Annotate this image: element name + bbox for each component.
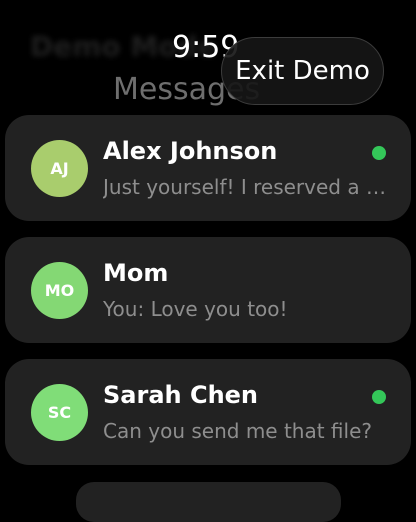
conversation-card[interactable]: MO Mom You: Love you too!	[5, 237, 411, 343]
exit-demo-button[interactable]: Exit Demo	[221, 37, 384, 105]
conversation-card-partial[interactable]	[76, 482, 341, 522]
avatar: AJ	[31, 140, 88, 197]
contact-name: Mom	[103, 259, 169, 287]
avatar: SC	[31, 384, 88, 441]
message-preview: Can you send me that file?	[103, 419, 373, 443]
contact-name: Sarah Chen	[103, 381, 259, 409]
unread-indicator-icon	[372, 390, 386, 404]
message-preview: Just yourself! I reserved a table for 7p…	[103, 175, 389, 199]
unread-indicator-icon	[372, 146, 386, 160]
avatar: MO	[31, 262, 88, 319]
message-preview: You: Love you too!	[103, 297, 288, 321]
conversation-card[interactable]: SC Sarah Chen Can you send me that file?	[5, 359, 411, 465]
contact-name: Alex Johnson	[103, 137, 278, 165]
conversation-card[interactable]: AJ Alex Johnson Just yourself! I reserve…	[5, 115, 411, 221]
